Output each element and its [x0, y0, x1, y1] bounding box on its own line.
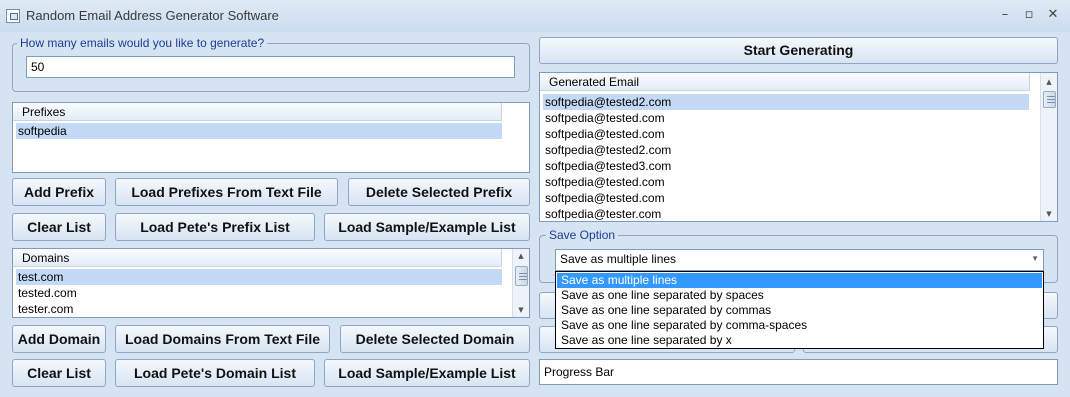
- save-option-label: Save Option: [546, 228, 619, 242]
- progress-bar: Progress Bar: [539, 359, 1058, 385]
- list-item[interactable]: softpedia: [16, 123, 502, 139]
- add-domain-button[interactable]: Add Domain: [12, 325, 106, 353]
- scroll-thumb[interactable]: [515, 266, 528, 286]
- load-sample-prefix-list-button[interactable]: Load Sample/Example List: [324, 213, 530, 241]
- minimize-button[interactable]: –: [994, 6, 1016, 24]
- dropdown-option[interactable]: Save as one line separated by spaces: [557, 288, 1042, 303]
- list-item[interactable]: tested.com: [16, 285, 502, 301]
- domains-list[interactable]: Domains test.com tested.com tester.com ▲…: [12, 248, 530, 318]
- delete-selected-prefix-button[interactable]: Delete Selected Prefix: [348, 178, 530, 206]
- chevron-down-icon[interactable]: ▼: [1031, 254, 1039, 263]
- load-sample-domain-list-button[interactable]: Load Sample/Example List: [324, 359, 530, 387]
- dropdown-option[interactable]: Save as one line separated by comma-spac…: [557, 318, 1042, 333]
- list-item[interactable]: tester.com: [16, 301, 502, 317]
- save-option-select[interactable]: Save as multiple lines ▼: [555, 249, 1044, 271]
- generated-scrollbar[interactable]: ▲ ▼: [1040, 73, 1057, 221]
- dropdown-option[interactable]: Save as one line separated by commas: [557, 303, 1042, 318]
- prefixes-list[interactable]: Prefixes softpedia: [12, 102, 530, 173]
- dropdown-option[interactable]: Save as one line separated by x: [557, 333, 1042, 348]
- close-button[interactable]: ✕: [1042, 6, 1064, 24]
- clear-prefix-list-button[interactable]: Clear List: [12, 213, 106, 241]
- load-petes-prefix-list-button[interactable]: Load Pete's Prefix List: [115, 213, 315, 241]
- dropdown-option[interactable]: Save as multiple lines: [557, 273, 1042, 288]
- generated-email-list-header[interactable]: Generated Email: [540, 73, 1030, 91]
- load-prefixes-from-file-button[interactable]: Load Prefixes From Text File: [115, 178, 338, 206]
- clear-domain-list-button[interactable]: Clear List: [12, 359, 106, 387]
- scroll-up-icon[interactable]: ▲: [516, 251, 526, 261]
- list-item[interactable]: softpedia@tester.com: [543, 206, 1029, 221]
- domains-scrollbar[interactable]: ▲ ▼: [512, 249, 529, 317]
- scroll-down-icon[interactable]: ▼: [1044, 209, 1054, 219]
- list-item[interactable]: softpedia@tested.com: [543, 174, 1029, 190]
- load-petes-domain-list-button[interactable]: Load Pete's Domain List: [115, 359, 315, 387]
- maximize-button[interactable]: ▫: [1018, 6, 1040, 24]
- start-generating-button[interactable]: Start Generating: [539, 37, 1058, 64]
- list-item[interactable]: softpedia@tested2.com: [543, 94, 1029, 110]
- prefixes-list-header[interactable]: Prefixes: [13, 103, 502, 121]
- domains-list-header[interactable]: Domains: [13, 249, 502, 267]
- list-item[interactable]: softpedia@tested.com: [543, 190, 1029, 206]
- save-option-dropdown[interactable]: Save as multiple lines Save as one line …: [555, 271, 1044, 349]
- window-title: Random Email Address Generator Software: [26, 8, 279, 23]
- load-domains-from-file-button[interactable]: Load Domains From Text File: [115, 325, 330, 353]
- email-count-input[interactable]: 50: [26, 56, 515, 78]
- scroll-down-icon[interactable]: ▼: [516, 305, 526, 315]
- count-group-label: How many emails would you like to genera…: [17, 36, 268, 50]
- list-item[interactable]: softpedia@tested.com: [543, 110, 1029, 126]
- delete-selected-domain-button[interactable]: Delete Selected Domain: [340, 325, 530, 353]
- scroll-up-icon[interactable]: ▲: [1044, 77, 1054, 87]
- scroll-thumb[interactable]: [1043, 91, 1056, 108]
- add-prefix-button[interactable]: Add Prefix: [12, 178, 106, 206]
- generated-email-list[interactable]: Generated Email softpedia@tested2.com so…: [539, 72, 1058, 222]
- list-item[interactable]: softpedia@tested3.com: [543, 158, 1029, 174]
- app-icon: [6, 9, 20, 23]
- list-item[interactable]: softpedia@tested.com: [543, 126, 1029, 142]
- list-item[interactable]: softpedia@tested2.com: [543, 142, 1029, 158]
- save-option-selected: Save as multiple lines: [560, 252, 677, 266]
- list-item[interactable]: test.com: [16, 269, 502, 285]
